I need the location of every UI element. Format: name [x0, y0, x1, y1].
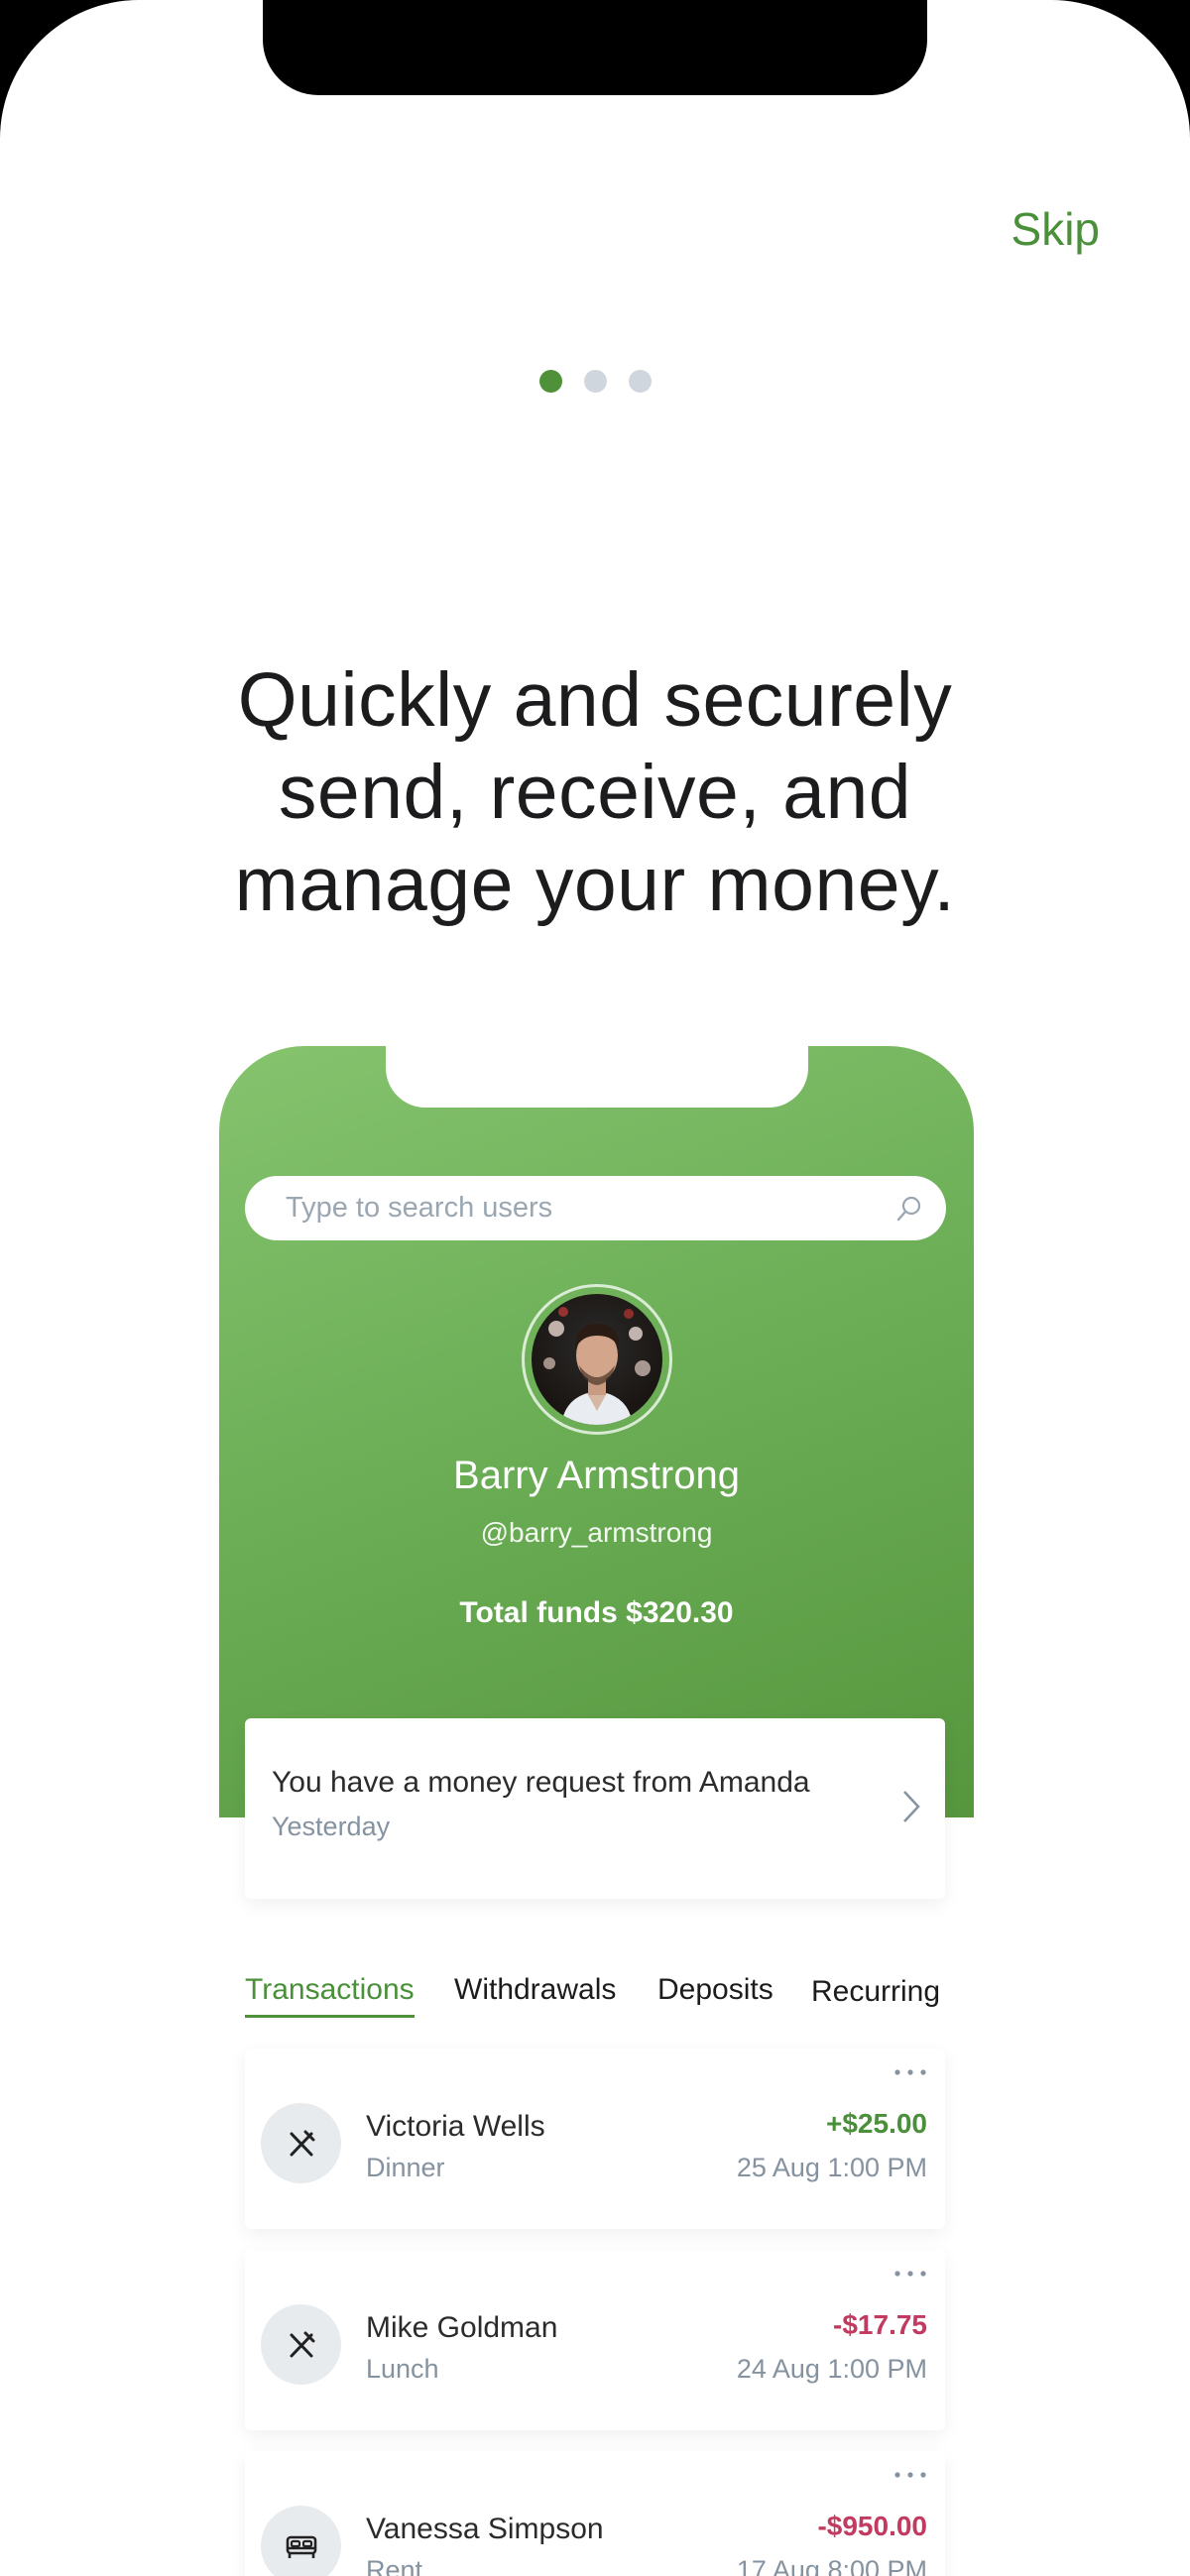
- transaction-item[interactable]: Victoria Wells Dinner +$25.00 25 Aug 1:0…: [245, 2049, 945, 2229]
- device-notch: [263, 0, 927, 95]
- transaction-category: Lunch: [366, 2354, 439, 2384]
- avatar-ring: [522, 1284, 672, 1435]
- search-input[interactable]: [286, 1192, 894, 1225]
- headline-line-2: send, receive, and: [278, 750, 912, 835]
- avatar-portrait: [543, 1307, 651, 1425]
- money-request-card[interactable]: You have a money request from Amanda Yes…: [245, 1718, 945, 1899]
- chevron-right-icon: [903, 1791, 920, 1822]
- transaction-name: Mike Goldman: [366, 2311, 558, 2344]
- transaction-item[interactable]: Mike Goldman Lunch -$17.75 24 Aug 1:00 P…: [245, 2250, 945, 2430]
- transaction-category: Dinner: [366, 2153, 445, 2182]
- profile-name: Barry Armstrong: [453, 1454, 740, 1497]
- transaction-item[interactable]: Vanessa Simpson Rent -$950.00 17 Aug 8:0…: [245, 2451, 945, 2576]
- avatar[interactable]: [532, 1294, 662, 1425]
- page-dot-1[interactable]: [538, 370, 562, 393]
- transaction-category: Rent: [366, 2555, 423, 2576]
- tab-withdrawals[interactable]: Withdrawals: [454, 1973, 616, 2007]
- transaction-amount: -$17.75: [833, 2309, 927, 2340]
- headline-line-1: Quickly and securely: [237, 657, 953, 743]
- request-subtitle: Yesterday: [272, 1812, 391, 1841]
- preview-notch: [386, 1046, 808, 1108]
- transaction-amount: -$950.00: [817, 2511, 927, 2541]
- fork-knife-icon: [261, 2304, 341, 2385]
- bed-icon: [261, 2506, 341, 2576]
- more-options-icon[interactable]: [893, 2471, 927, 2479]
- transaction-date: 25 Aug 1:00 PM: [736, 2153, 927, 2182]
- fork-knife-icon: [261, 2103, 341, 2183]
- search-bar: [245, 1176, 946, 1240]
- transaction-name: Vanessa Simpson: [366, 2513, 604, 2545]
- tab-recurring[interactable]: Recurring: [811, 1975, 940, 2009]
- skip-button[interactable]: Skip: [1012, 202, 1100, 256]
- tab-deposits[interactable]: Deposits: [657, 1973, 774, 2007]
- page-dot-3[interactable]: [628, 370, 652, 393]
- transaction-tabs: Transactions Withdrawals Deposits Recurr…: [245, 1973, 945, 2021]
- profile-handle: @barry_armstrong: [480, 1517, 713, 1548]
- transaction-date: 24 Aug 1:00 PM: [736, 2354, 927, 2384]
- transaction-date: 17 Aug 8:00 PM: [736, 2555, 927, 2576]
- transaction-name: Victoria Wells: [366, 2110, 545, 2143]
- device-screen: Skip Quickly and securely send, receive,…: [0, 0, 1190, 2576]
- request-title: You have a money request from Amanda: [272, 1766, 810, 1799]
- tab-transactions[interactable]: Transactions: [245, 1973, 415, 2018]
- onboarding-headline: Quickly and securely send, receive, and …: [0, 654, 1190, 931]
- page-indicator: [0, 370, 1190, 393]
- phone-preview: Barry Armstrong @barry_armstrong Total f…: [219, 1046, 974, 1817]
- total-funds: Total funds $320.30: [459, 1596, 734, 1629]
- transaction-amount: +$25.00: [826, 2108, 927, 2139]
- search-icon[interactable]: [894, 1194, 924, 1224]
- more-options-icon[interactable]: [893, 2068, 927, 2076]
- more-options-icon[interactable]: [893, 2270, 927, 2278]
- page-dot-2[interactable]: [583, 370, 607, 393]
- headline-line-3: manage your money.: [234, 842, 956, 927]
